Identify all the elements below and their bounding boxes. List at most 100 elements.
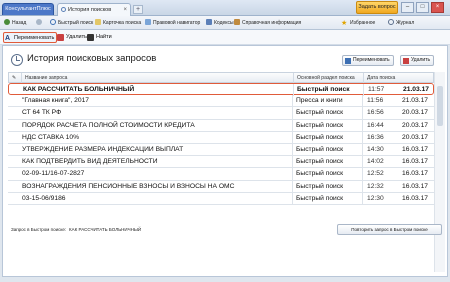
date-cell: 20.03.17 [402, 109, 429, 117]
history-panel: История поисковых запросов Переименовать… [2, 45, 448, 277]
time-cell: 12:30 [362, 192, 400, 205]
section-cell: Быстрый поиск [292, 143, 362, 156]
clock-icon [388, 19, 394, 25]
trash-icon [57, 34, 64, 41]
reference-link[interactable]: Справочная информация [234, 19, 301, 28]
table-row[interactable]: "Главная книга", 2017 Пресса и книги 11:56… [8, 95, 434, 108]
query-cell: 03-15-06/9186 [22, 194, 66, 202]
history-icon [11, 54, 23, 66]
time-cell: 14:02 [362, 156, 400, 169]
favorites-label: Избранное [350, 20, 376, 26]
time-cell: 12:32 [362, 180, 400, 193]
table-header: ✎ Название запроса Основной раздел поиск… [8, 72, 434, 83]
query-cell: НДС СТАВКА 10% [22, 133, 80, 141]
new-tab-button[interactable]: + [133, 5, 143, 14]
table-row[interactable]: КАК ПОДТВЕРДИТЬ ВИД ДЕЯТЕЛЬНОСТИ Быстрый … [8, 156, 434, 169]
minimize-button[interactable]: – [401, 2, 414, 13]
column-section[interactable]: Основной раздел поиска [293, 73, 363, 83]
favorites-link[interactable]: ★ Избранное [341, 19, 375, 28]
close-tab-icon[interactable]: × [123, 4, 127, 16]
find-button[interactable]: Найти [86, 32, 112, 43]
table-row[interactable]: 02-09-11/16-07-2827 Быстрый поиск 12:52 16.… [8, 168, 434, 181]
legal-navigator-link[interactable]: Правовой навигатор [145, 19, 200, 28]
card-search-label: Карточка поиска [103, 20, 142, 26]
section-cell: Быстрый поиск [292, 156, 362, 169]
query-cell: УТВЕРЖДЕНИЕ РАЗМЕРА ИНДЕКСАЦИИ ВЫПЛАТ [22, 145, 184, 153]
section-cell: Быстрый поиск [293, 84, 363, 96]
maximize-button[interactable]: □ [416, 2, 429, 13]
table-row[interactable]: СТ 64 ТК РФ Быстрый поиск 16:56 20.03.17 [8, 107, 434, 120]
tab-search-history[interactable]: История поисков × [57, 3, 131, 16]
rename-label: Переименовать [14, 35, 55, 41]
date-cell: 20.03.17 [402, 121, 429, 129]
window-titlebar: КонсультантПлюс История поисков × + Зада… [0, 0, 450, 16]
footer-label: Запрос в Быстром поиске: [11, 227, 67, 232]
find-label: Найти [96, 34, 112, 40]
back-label: Назад [12, 20, 27, 26]
date-cell: 21.03.17 [403, 86, 430, 93]
history-toolbar: A Переименовать Удалить Найти [0, 30, 450, 45]
trash-icon [403, 58, 409, 64]
date-cell: 20.03.17 [402, 133, 429, 141]
rename-button[interactable]: A Переименовать [3, 32, 58, 43]
rename-icon [345, 58, 351, 64]
journal-link[interactable]: Журнал [388, 19, 414, 28]
footer-query-value: КАК РАССЧИТАТЬ БОЛЬНИЧНЫЙ [69, 227, 142, 232]
section-cell: Быстрый поиск [292, 107, 362, 120]
history-table: ✎ Название запроса Основной раздел поиск… [8, 72, 434, 205]
table-row[interactable]: КАК РАССЧИТАТЬ БОЛЬНИЧНЫЙ Быстрый поиск 11… [8, 83, 434, 96]
app-tab[interactable]: КонсультантПлюс [2, 3, 54, 15]
panel-delete-button[interactable]: Удалить [400, 55, 435, 66]
navigator-icon [145, 19, 151, 25]
navigation-bar: Назад Быстрый поиск Карточка поиска Прав… [0, 16, 450, 30]
section-cell: Быстрый поиск [292, 168, 362, 181]
query-cell: КАК РАССЧИТАТЬ БОЛЬНИЧНЫЙ [23, 86, 135, 93]
section-cell: Быстрый поиск [292, 192, 362, 205]
query-cell: КАК ПОДТВЕРДИТЬ ВИД ДЕЯТЕЛЬНОСТИ [22, 158, 158, 166]
scrollbar[interactable] [434, 72, 445, 272]
table-row[interactable]: ПОРЯДОК РАСЧЕТА ПОЛНОЙ СТОИМОСТИ КРЕДИТА… [8, 119, 434, 132]
query-cell: СТ 64 ТК РФ [22, 109, 62, 117]
table-body: КАК РАССЧИТАТЬ БОЛЬНИЧНЫЙ Быстрый поиск 11… [8, 83, 434, 205]
query-cell: ВОЗНАГРАЖДЕНИЯ ПЕНСИОННЫЕ ВЗНОСЫ И ВЗНОС… [22, 182, 235, 190]
forward-button[interactable] [36, 19, 44, 28]
date-cell: 16.03.17 [402, 182, 429, 190]
tab-label: История поисков [68, 7, 112, 13]
close-window-button[interactable]: × [431, 2, 444, 13]
reference-label: Справочная информация [242, 20, 302, 26]
time-cell: 12:52 [362, 168, 400, 181]
date-cell: 16.03.17 [402, 158, 429, 166]
card-icon [95, 19, 101, 25]
binoculars-icon [87, 34, 94, 41]
card-search-link[interactable]: Карточка поиска [95, 19, 141, 28]
date-cell: 16.03.17 [402, 170, 429, 178]
table-row[interactable]: 03-15-06/9186 Быстрый поиск 12:30 16.03.17 [8, 192, 434, 205]
ask-question-button[interactable]: Задать вопрос [356, 1, 398, 14]
time-cell: 14:30 [362, 143, 400, 156]
scrollbar-thumb[interactable] [437, 86, 443, 126]
date-cell: 16.03.17 [402, 194, 429, 202]
table-row[interactable]: ВОЗНАГРАЖДЕНИЯ ПЕНСИОННЫЕ ВЗНОСЫ И ВЗНОС… [8, 180, 434, 193]
section-cell: Быстрый поиск [292, 119, 362, 132]
legal-navigator-label: Правовой навигатор [153, 20, 201, 26]
codes-link[interactable]: Кодексы [206, 19, 234, 28]
table-row[interactable]: УТВЕРЖДЕНИЕ РАЗМЕРА ИНДЕКСАЦИИ ВЫПЛАТ Быс… [8, 143, 434, 157]
panel-rename-button[interactable]: Переименовать [342, 55, 394, 66]
codes-icon [206, 19, 212, 25]
page-title: История поисковых запросов [27, 53, 157, 64]
forward-arrow-icon [36, 19, 42, 25]
section-cell: Пресса и книги [292, 95, 362, 108]
table-row[interactable]: НДС СТАВКА 10% Быстрый поиск 16:36 20.03.17 [8, 131, 434, 144]
time-cell: 11:57 [363, 84, 401, 96]
quick-search-link[interactable]: Быстрый поиск [50, 19, 93, 28]
quick-search-label: Быстрый поиск [58, 20, 94, 26]
delete-button[interactable]: Удалить [56, 32, 87, 43]
query-cell: ПОРЯДОК РАСЧЕТА ПОЛНОЙ СТОИМОСТИ КРЕДИТА [22, 121, 195, 129]
search-icon [50, 19, 56, 25]
date-cell: 16.03.17 [402, 145, 429, 153]
delete-label: Удалить [66, 34, 87, 40]
column-date[interactable]: Дата поиска [363, 73, 435, 83]
column-query[interactable]: Название запроса [21, 73, 293, 83]
back-button[interactable]: Назад [4, 19, 26, 28]
repeat-search-button[interactable]: Повторить запрос в Быстром поиске [337, 224, 442, 235]
